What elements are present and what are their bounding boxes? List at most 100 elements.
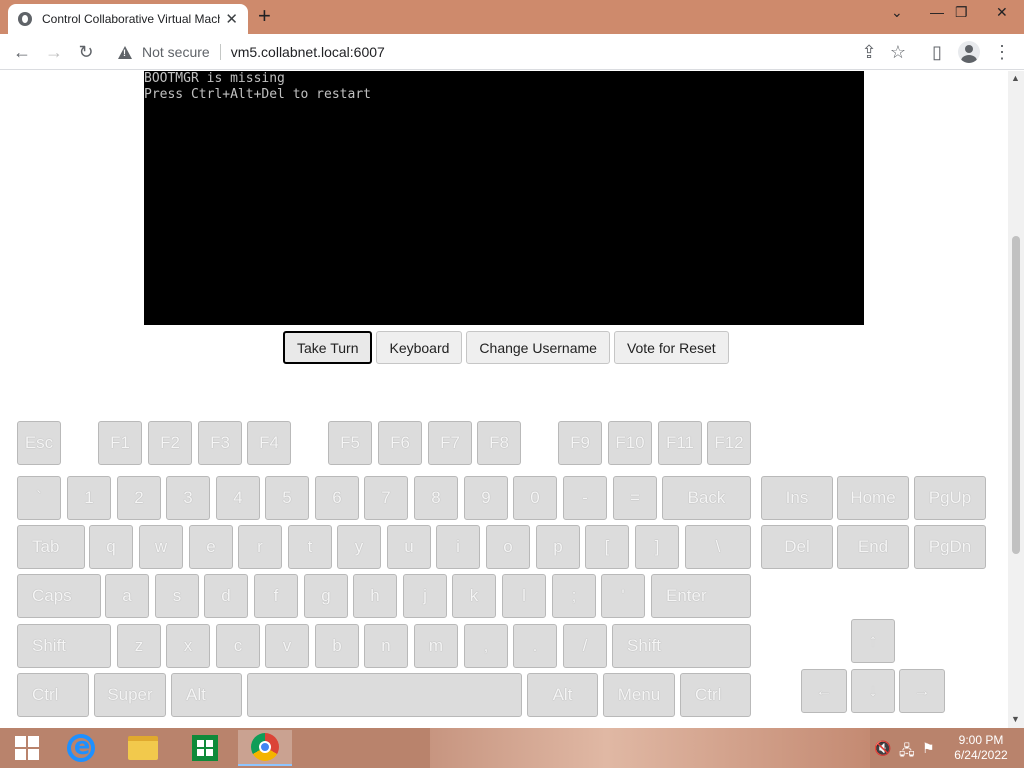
scroll-down-arrow-icon[interactable]: ▼ xyxy=(1011,714,1020,724)
tab-search-icon[interactable]: ⌄ xyxy=(891,4,903,21)
bookmark-star-icon[interactable]: ☆ xyxy=(885,39,911,65)
key-left-ctrl[interactable]: Ctrl xyxy=(17,673,89,717)
key-g[interactable]: g xyxy=(304,574,348,618)
key-z[interactable]: z xyxy=(117,624,161,668)
browser-menu-icon[interactable]: ⋮ xyxy=(989,39,1015,65)
key-r[interactable]: r xyxy=(238,525,282,569)
key-l[interactable]: l xyxy=(502,574,546,618)
key-home[interactable]: Home xyxy=(837,476,909,520)
not-secure-label[interactable]: Not secure xyxy=(142,44,210,60)
key-5[interactable]: 5 xyxy=(265,476,309,520)
key-f12[interactable]: F12 xyxy=(707,421,751,465)
side-panel-icon[interactable]: ▯ xyxy=(924,39,950,65)
scroll-up-arrow-icon[interactable]: ▲ xyxy=(1011,73,1020,83)
key-m[interactable]: m xyxy=(414,624,458,668)
key-semicolon[interactable]: ; xyxy=(552,574,596,618)
url-text[interactable]: vm5.collabnet.local:6007 xyxy=(231,44,385,60)
key-f1[interactable]: F1 xyxy=(98,421,142,465)
page-scrollbar[interactable]: ▲ ▼ xyxy=(1008,71,1024,728)
taskbar-chrome[interactable] xyxy=(238,730,292,766)
warning-icon[interactable] xyxy=(118,45,132,59)
key-backtick[interactable]: ` xyxy=(17,476,61,520)
key-i[interactable]: i xyxy=(436,525,480,569)
key-j[interactable]: j xyxy=(403,574,447,618)
vm-display[interactable]: BOOTMGR is missing Press Ctrl+Alt+Del to… xyxy=(144,71,864,325)
key-backslash[interactable]: \ xyxy=(685,525,751,569)
key-y[interactable]: y xyxy=(337,525,381,569)
key-k[interactable]: k xyxy=(452,574,496,618)
taskbar-internet-explorer[interactable] xyxy=(54,730,108,766)
key-8[interactable]: 8 xyxy=(414,476,458,520)
new-tab-button[interactable]: + xyxy=(258,3,271,29)
key-p[interactable]: p xyxy=(536,525,580,569)
key-q[interactable]: q xyxy=(89,525,133,569)
key-up-arrow[interactable]: ↑ xyxy=(851,619,895,663)
key-f9[interactable]: F9 xyxy=(558,421,602,465)
key-right-bracket[interactable]: ] xyxy=(635,525,679,569)
address-bar[interactable]: Not secure vm5.collabnet.local:6007 xyxy=(108,38,928,66)
key-left-alt[interactable]: Alt xyxy=(171,673,242,717)
key-left-shift[interactable]: Shift xyxy=(17,624,111,668)
key-ins[interactable]: Ins xyxy=(761,476,833,520)
key-n[interactable]: n xyxy=(364,624,408,668)
key-o[interactable]: o xyxy=(486,525,530,569)
key-f10[interactable]: F10 xyxy=(608,421,652,465)
key-right-arrow[interactable]: → xyxy=(899,669,945,713)
minimize-button[interactable]: — xyxy=(930,4,944,20)
key-t[interactable]: t xyxy=(288,525,332,569)
key-comma[interactable]: , xyxy=(464,624,508,668)
key-super[interactable]: Super xyxy=(94,673,166,717)
key-caps[interactable]: Caps xyxy=(17,574,101,618)
key-esc[interactable]: Esc xyxy=(17,421,61,465)
key-period[interactable]: . xyxy=(513,624,557,668)
key-u[interactable]: u xyxy=(387,525,431,569)
key-2[interactable]: 2 xyxy=(117,476,161,520)
scrollbar-thumb[interactable] xyxy=(1012,236,1020,554)
key-d[interactable]: d xyxy=(204,574,248,618)
reload-button[interactable]: ↻ xyxy=(73,39,99,65)
key-1[interactable]: 1 xyxy=(67,476,111,520)
forward-button[interactable]: → xyxy=(41,39,67,65)
network-icon[interactable]: 🖧 xyxy=(899,740,915,764)
profile-avatar[interactable] xyxy=(958,41,980,63)
key-c[interactable]: c xyxy=(216,624,260,668)
key-v[interactable]: v xyxy=(265,624,309,668)
share-icon[interactable]: ⇪ xyxy=(856,39,882,65)
key-b[interactable]: b xyxy=(315,624,359,668)
key-quote[interactable]: ' xyxy=(601,574,645,618)
key-f11[interactable]: F11 xyxy=(658,421,702,465)
start-button[interactable] xyxy=(0,730,54,766)
key-4[interactable]: 4 xyxy=(216,476,260,520)
keyboard-button[interactable]: Keyboard xyxy=(376,331,463,364)
key-f3[interactable]: F3 xyxy=(198,421,242,465)
key-right-ctrl[interactable]: Ctrl xyxy=(680,673,751,717)
key-h[interactable]: h xyxy=(353,574,397,618)
taskbar-store[interactable] xyxy=(178,730,232,766)
key-x[interactable]: x xyxy=(166,624,210,668)
key-right-alt[interactable]: Alt xyxy=(527,673,598,717)
action-center-flag-icon[interactable]: ⚑ xyxy=(922,740,935,757)
close-tab-icon[interactable]: ✕ xyxy=(225,10,238,28)
key-a[interactable]: a xyxy=(105,574,149,618)
key-f4[interactable]: F4 xyxy=(247,421,291,465)
vote-reset-button[interactable]: Vote for Reset xyxy=(613,331,729,364)
key-f[interactable]: f xyxy=(254,574,298,618)
volume-muted-icon[interactable]: 🔇 xyxy=(874,740,891,757)
key-pgup[interactable]: PgUp xyxy=(914,476,986,520)
taskbar-file-explorer[interactable] xyxy=(116,730,170,766)
take-turn-button[interactable]: Take Turn xyxy=(283,331,373,364)
key-del[interactable]: Del xyxy=(761,525,833,569)
close-window-button[interactable]: ✕ xyxy=(996,4,1008,21)
key-right-shift[interactable]: Shift xyxy=(612,624,751,668)
key-f7[interactable]: F7 xyxy=(428,421,472,465)
system-clock[interactable]: 9:00 PM 6/24/2022 xyxy=(946,733,1016,763)
key-f6[interactable]: F6 xyxy=(378,421,422,465)
back-button[interactable]: ← xyxy=(9,39,35,65)
key-back[interactable]: Back xyxy=(662,476,751,520)
key-space[interactable] xyxy=(247,673,522,717)
key-left-bracket[interactable]: [ xyxy=(585,525,629,569)
key-f5[interactable]: F5 xyxy=(328,421,372,465)
key-pgdn[interactable]: PgDn xyxy=(914,525,986,569)
key-6[interactable]: 6 xyxy=(315,476,359,520)
key-tab[interactable]: Tab xyxy=(17,525,85,569)
